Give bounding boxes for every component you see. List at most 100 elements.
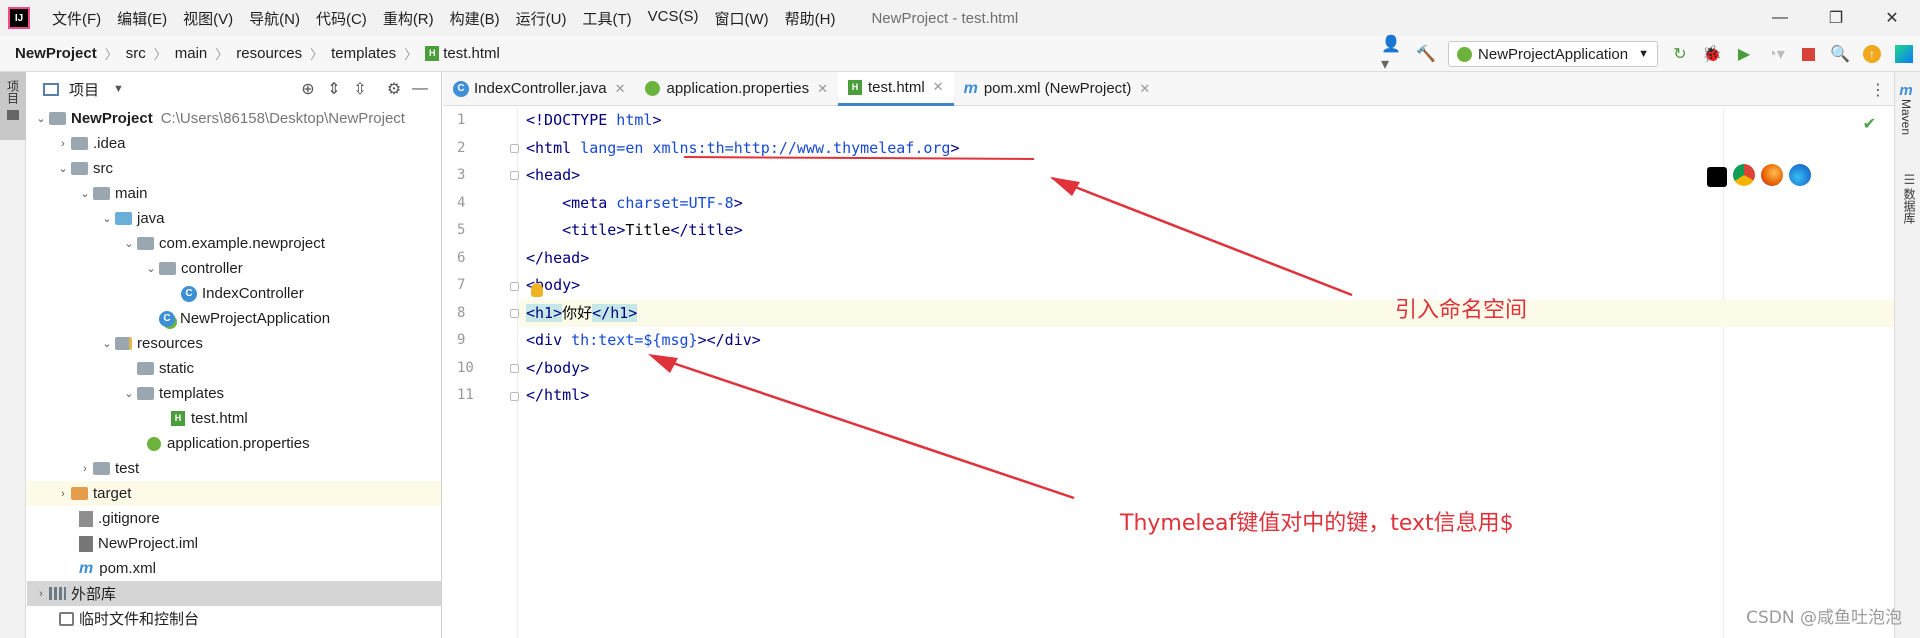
edge-icon[interactable] <box>1789 164 1811 186</box>
tab-test-html[interactable]: H test.html ✕ <box>837 71 954 106</box>
chrome-icon[interactable] <box>1733 164 1755 186</box>
tree-node-newproject[interactable]: ⌄ NewProject C:\Users\86158\Desktop\NewP… <box>27 106 441 131</box>
chevron-down-icon[interactable]: ⌄ <box>33 112 49 125</box>
chevron-right-icon[interactable]: › <box>77 463 93 475</box>
chevron-right-icon[interactable]: › <box>55 138 71 150</box>
chevron-down-icon[interactable]: ⌄ <box>99 337 115 350</box>
crumb-resources[interactable]: resources <box>236 45 302 62</box>
menu-run[interactable]: 运行(U) <box>508 8 575 29</box>
minimize-button[interactable]: — <box>1752 0 1808 36</box>
firefox-icon[interactable] <box>1761 164 1783 186</box>
menu-edit[interactable]: 编辑(E) <box>109 8 175 29</box>
tree-node-external-libraries[interactable]: › 外部库 <box>27 581 441 606</box>
crumb-file[interactable]: test.html <box>443 45 500 62</box>
menu-build[interactable]: 构建(B) <box>442 8 508 29</box>
chevron-down-icon[interactable]: ⌄ <box>99 212 115 225</box>
chevron-down-icon[interactable]: ⌄ <box>121 387 137 400</box>
menu-tools[interactable]: 工具(T) <box>574 8 639 29</box>
search-icon[interactable]: 🔍 <box>1827 41 1853 67</box>
rerun-icon[interactable]: ↻ <box>1667 41 1693 67</box>
expand-all-icon[interactable]: ⇕ <box>321 79 347 99</box>
crumb-templates[interactable]: templates <box>331 45 396 62</box>
tree-node-controller[interactable]: ⌄ controller <box>27 256 441 281</box>
menu-code[interactable]: 代码(C) <box>308 8 375 29</box>
menu-file[interactable]: 文件(F) <box>44 8 109 29</box>
menu-navigate[interactable]: 导航(N) <box>241 8 308 29</box>
tab-indexcontroller[interactable]: C IndexController.java ✕ <box>443 72 635 106</box>
tree-node-test[interactable]: › test <box>27 456 441 481</box>
collapse-all-icon[interactable]: ⇳ <box>347 79 373 99</box>
user-icon[interactable]: 👤▾ <box>1381 36 1407 73</box>
tree-node-iml[interactable]: NewProject.iml <box>27 531 441 556</box>
menu-help[interactable]: 帮助(H) <box>777 8 844 29</box>
close-icon[interactable]: ✕ <box>1139 81 1150 97</box>
chevron-down-icon[interactable]: ⌄ <box>55 162 71 175</box>
tree-node-src[interactable]: ⌄ src <box>27 156 441 181</box>
update-icon[interactable]: ↑ <box>1859 41 1885 67</box>
tree-node-idea[interactable]: › .idea <box>27 131 441 156</box>
fold-marker-icon[interactable] <box>510 309 519 318</box>
chevron-down-icon[interactable]: ⌄ <box>77 187 93 200</box>
restore-button[interactable]: ❐ <box>1808 0 1864 36</box>
fold-marker-icon[interactable] <box>510 171 519 180</box>
menu-refactor[interactable]: 重构(R) <box>375 8 442 29</box>
stop-icon[interactable] <box>1795 41 1821 67</box>
debug-icon[interactable]: 🐞 <box>1699 41 1725 67</box>
tree-node-static[interactable]: static <box>27 356 441 381</box>
fold-marker-icon[interactable] <box>510 144 519 153</box>
tree-node-target[interactable]: › target <box>27 481 441 506</box>
close-button[interactable]: ✕ <box>1864 0 1920 36</box>
project-panel-title[interactable]: 项目 <box>69 79 99 100</box>
chevron-down-icon[interactable]: ⌄ <box>121 237 137 250</box>
coverage-icon[interactable]: ▶ <box>1731 41 1757 67</box>
fold-marker-icon[interactable] <box>510 392 519 401</box>
build-hammer-icon[interactable]: 🔨 <box>1413 41 1439 67</box>
profile-icon[interactable]: ◔▾ <box>1763 41 1789 67</box>
fold-marker-icon[interactable] <box>510 282 519 291</box>
jetbrains-logo-icon[interactable] <box>1891 41 1917 67</box>
gear-icon[interactable]: ⚙ <box>381 79 407 99</box>
tree-node-scratches[interactable]: 临时文件和控制台 <box>27 606 441 631</box>
database-tool-tab[interactable]: ☰ 数据库 <box>1901 172 1918 224</box>
more-options-icon[interactable]: ⋮ <box>1870 80 1886 100</box>
code-line[interactable]: </body> <box>519 355 1894 383</box>
menu-window[interactable]: 窗口(W) <box>706 8 776 29</box>
tree-node-indexcontroller[interactable]: C IndexController <box>27 281 441 306</box>
code-line[interactable]: <!DOCTYPE html> <box>519 107 1894 135</box>
tree-node-application-properties[interactable]: application.properties <box>27 431 441 456</box>
chevron-right-icon[interactable]: › <box>55 488 71 500</box>
tree-node-pom[interactable]: m pom.xml <box>27 556 441 581</box>
locate-icon[interactable]: ⊕ <box>295 79 321 99</box>
crumb-main[interactable]: main <box>175 45 208 62</box>
project-tool-tab[interactable]: 项目 <box>0 72 26 140</box>
tree-node-resources[interactable]: ⌄ resources <box>27 331 441 356</box>
crumb-project[interactable]: NewProject <box>15 45 97 62</box>
tree-node-java[interactable]: ⌄ java <box>27 206 441 231</box>
close-icon[interactable]: ✕ <box>933 79 944 95</box>
code-line[interactable]: <div th:text=${msg}></div> <box>519 327 1894 355</box>
chevron-down-icon[interactable]: ⌄ <box>143 262 159 275</box>
code-line-current[interactable]: <h1>你好</h1> <box>519 299 1894 327</box>
menu-vcs[interactable]: VCS(S) <box>640 8 707 29</box>
tree-node-test-html[interactable]: H test.html <box>27 406 441 431</box>
code-line[interactable]: <title>Title</title> <box>519 217 1894 245</box>
tree-node-main[interactable]: ⌄ main <box>27 181 441 206</box>
code-line[interactable]: <body> <box>519 272 1894 300</box>
menu-view[interactable]: 视图(V) <box>175 8 241 29</box>
close-icon[interactable]: ✕ <box>817 81 828 97</box>
hide-icon[interactable]: — <box>407 80 433 98</box>
fold-marker-icon[interactable] <box>510 364 519 373</box>
tree-node-package[interactable]: ⌄ com.example.newproject <box>27 231 441 256</box>
run-configuration-select[interactable]: NewProjectApplication ▼ <box>1448 41 1658 67</box>
chevron-down-icon[interactable]: ▼ <box>113 83 124 95</box>
code-line[interactable]: <meta charset=UTF-8> <box>519 190 1894 218</box>
tab-pom[interactable]: m pom.xml (NewProject) ✕ <box>954 72 1161 106</box>
code-line[interactable]: </html> <box>519 382 1894 410</box>
tree-node-templates[interactable]: ⌄ templates <box>27 381 441 406</box>
tree-node-gitignore[interactable]: .gitignore <box>27 506 441 531</box>
tree-node-newprojectapplication[interactable]: C NewProjectApplication <box>27 306 441 331</box>
crumb-src[interactable]: src <box>126 45 146 62</box>
maven-tool-tab[interactable]: m Maven <box>1899 82 1913 135</box>
code-line[interactable]: <head> <box>519 162 1894 190</box>
lightbulb-icon[interactable] <box>531 283 543 297</box>
